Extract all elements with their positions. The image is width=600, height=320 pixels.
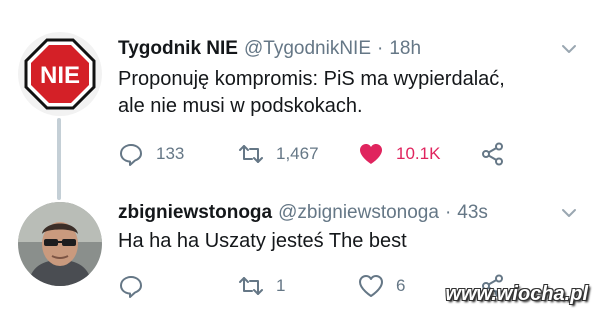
- profile-photo-icon: [18, 202, 102, 286]
- tweet-tygodnik-nie[interactable]: NIE Tygodnik NIE @TygodnikNIE · 18h Prop…: [0, 0, 600, 190]
- timestamp[interactable]: 18h: [389, 38, 421, 60]
- like-button[interactable]: 10.1K: [358, 141, 440, 167]
- heart-outline-icon: [359, 275, 383, 297]
- reply-button[interactable]: [118, 273, 156, 299]
- stop-sign-icon: NIE: [18, 32, 102, 116]
- chevron-down-icon[interactable]: [560, 40, 578, 58]
- share-icon: [482, 142, 503, 166]
- user-handle[interactable]: @zbigniewstonoga: [278, 202, 439, 224]
- separator: ·: [444, 202, 452, 223]
- retweet-count: 1: [276, 276, 286, 295]
- display-name[interactable]: zbigniewstonoga: [118, 202, 272, 224]
- tweet-text: Ha ha ha Uszaty jesteś The best: [118, 228, 558, 255]
- avatar[interactable]: NIE: [18, 32, 102, 116]
- like-button[interactable]: 6: [358, 273, 405, 299]
- tweet-header: Tygodnik NIE @TygodnikNIE · 18h: [118, 36, 421, 62]
- retweet-icon: [239, 277, 263, 295]
- thread-connector-line: [57, 118, 61, 200]
- retweet-button[interactable]: 1: [238, 273, 285, 299]
- user-handle[interactable]: @TygodnikNIE: [244, 38, 371, 60]
- retweet-icon: [239, 145, 263, 163]
- chevron-down-icon[interactable]: [560, 204, 578, 222]
- avatar-logo-text: NIE: [40, 62, 80, 89]
- tweet-text-line: ale nie musi w podskokach.: [118, 95, 363, 117]
- reply-icon: [120, 276, 142, 298]
- reply-button[interactable]: 133: [118, 141, 184, 167]
- like-count: 10.1K: [396, 144, 441, 163]
- reply-icon: [120, 144, 142, 166]
- share-button[interactable]: [480, 141, 506, 167]
- retweet-count: 1,467: [276, 144, 319, 163]
- reply-count: 133: [156, 144, 185, 163]
- like-count: 6: [396, 276, 406, 295]
- tweet-text-line: Ha ha ha Uszaty jesteś The best: [118, 230, 407, 252]
- heart-filled-icon: [360, 144, 382, 164]
- avatar[interactable]: [18, 202, 102, 286]
- display-name[interactable]: Tygodnik NIE: [118, 38, 238, 60]
- tweet-text: Proponuję kompromis: PiS ma wypierdalać,…: [118, 66, 558, 120]
- retweet-button[interactable]: 1,467: [238, 141, 319, 167]
- tweet-header: zbigniewstonoga @zbigniewstonoga · 43s: [118, 200, 488, 226]
- separator: ·: [377, 38, 384, 59]
- tweet-text-line: Proponuję kompromis: PiS ma wypierdalać,: [118, 68, 505, 90]
- watermark: www.wiocha.pl: [445, 283, 588, 305]
- timestamp[interactable]: 43s: [457, 202, 488, 224]
